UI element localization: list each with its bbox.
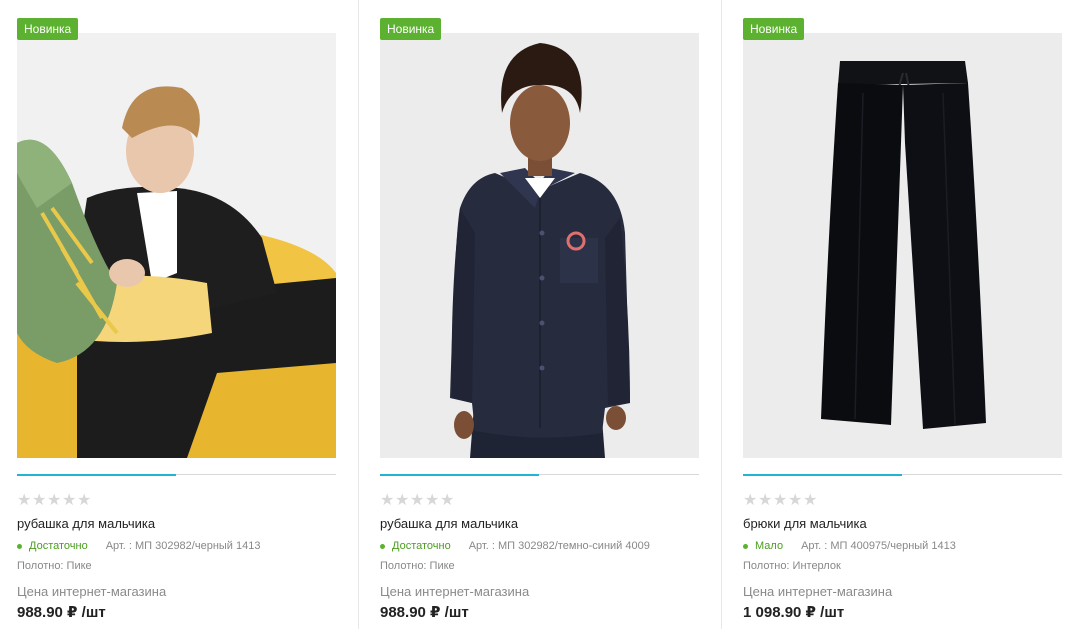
star-icon[interactable]: ★	[380, 490, 395, 510]
product-card[interactable]: Новинка ★★★★★ рубашка для мальчика Доста…	[380, 0, 700, 629]
stock-status: Достаточно	[392, 540, 451, 552]
article-number: Арт. : МП 302982/темно-синий 4009	[468, 540, 650, 552]
price: 1 098.90 ₽ /шт	[743, 604, 845, 621]
image-slider-indicator[interactable]	[380, 473, 699, 476]
star-icon[interactable]: ★	[803, 490, 818, 510]
fabric-info: Полотно: Пике	[380, 560, 455, 572]
product-image[interactable]	[380, 33, 699, 458]
price-label: Цена интернет-магазина	[380, 584, 530, 599]
rating-stars[interactable]: ★★★★★	[743, 490, 818, 510]
product-image[interactable]	[743, 33, 1062, 458]
product-title[interactable]: рубашка для мальчика	[17, 516, 155, 531]
star-icon[interactable]: ★	[788, 490, 803, 510]
star-icon[interactable]: ★	[773, 490, 788, 510]
rating-stars[interactable]: ★★★★★	[380, 490, 455, 510]
star-icon[interactable]: ★	[758, 490, 773, 510]
product-meta: Достаточно Арт. : МП 302982/темно-синий …	[380, 540, 650, 552]
new-badge: Новинка	[380, 18, 442, 40]
new-badge: Новинка	[17, 18, 79, 40]
product-card[interactable]: Новинка ★★★★★ рубашка для мальчика Доста…	[17, 0, 337, 629]
stock-status: Мало	[755, 540, 784, 552]
price: 988.90 ₽ /шт	[17, 604, 106, 621]
star-icon[interactable]: ★	[47, 490, 62, 510]
product-meta: Достаточно Арт. : МП 302982/черный 1413	[17, 540, 260, 552]
image-slider-indicator[interactable]	[17, 473, 336, 476]
star-icon[interactable]: ★	[410, 490, 425, 510]
star-icon[interactable]: ★	[62, 490, 77, 510]
star-icon[interactable]: ★	[77, 490, 92, 510]
fabric-info: Полотно: Пике	[17, 560, 92, 572]
rating-stars[interactable]: ★★★★★	[17, 490, 92, 510]
product-grid: Новинка ★★★★★ рубашка для мальчика Доста…	[0, 0, 1090, 629]
product-title[interactable]: брюки для мальчика	[743, 516, 867, 531]
product-image[interactable]	[17, 33, 336, 458]
image-slider-indicator[interactable]	[743, 473, 1062, 476]
price-label: Цена интернет-магазина	[17, 584, 167, 599]
article-number: Арт. : МП 400975/черный 1413	[801, 540, 956, 552]
product-title[interactable]: рубашка для мальчика	[380, 516, 518, 531]
star-icon[interactable]: ★	[440, 490, 455, 510]
price: 988.90 ₽ /шт	[380, 604, 469, 621]
column-divider	[721, 0, 722, 629]
stock-dot-icon	[17, 543, 22, 549]
star-icon[interactable]: ★	[17, 490, 32, 510]
article-number: Арт. : МП 302982/черный 1413	[105, 540, 261, 552]
price-label: Цена интернет-магазина	[743, 584, 893, 599]
product-card[interactable]: Новинка ★★★★★ брюки для мальчика Мало Ар…	[743, 0, 1063, 629]
stock-status: Достаточно	[29, 540, 88, 552]
stock-dot-icon	[380, 543, 385, 549]
star-icon[interactable]: ★	[425, 490, 440, 510]
new-badge: Новинка	[743, 18, 805, 40]
stock-dot-icon	[743, 543, 748, 549]
fabric-info: Полотно: Интерлок	[743, 560, 841, 572]
star-icon[interactable]: ★	[395, 490, 410, 510]
product-meta: Мало Арт. : МП 400975/черный 1413	[743, 540, 956, 552]
column-divider	[358, 0, 359, 629]
star-icon[interactable]: ★	[32, 490, 47, 510]
star-icon[interactable]: ★	[743, 490, 758, 510]
